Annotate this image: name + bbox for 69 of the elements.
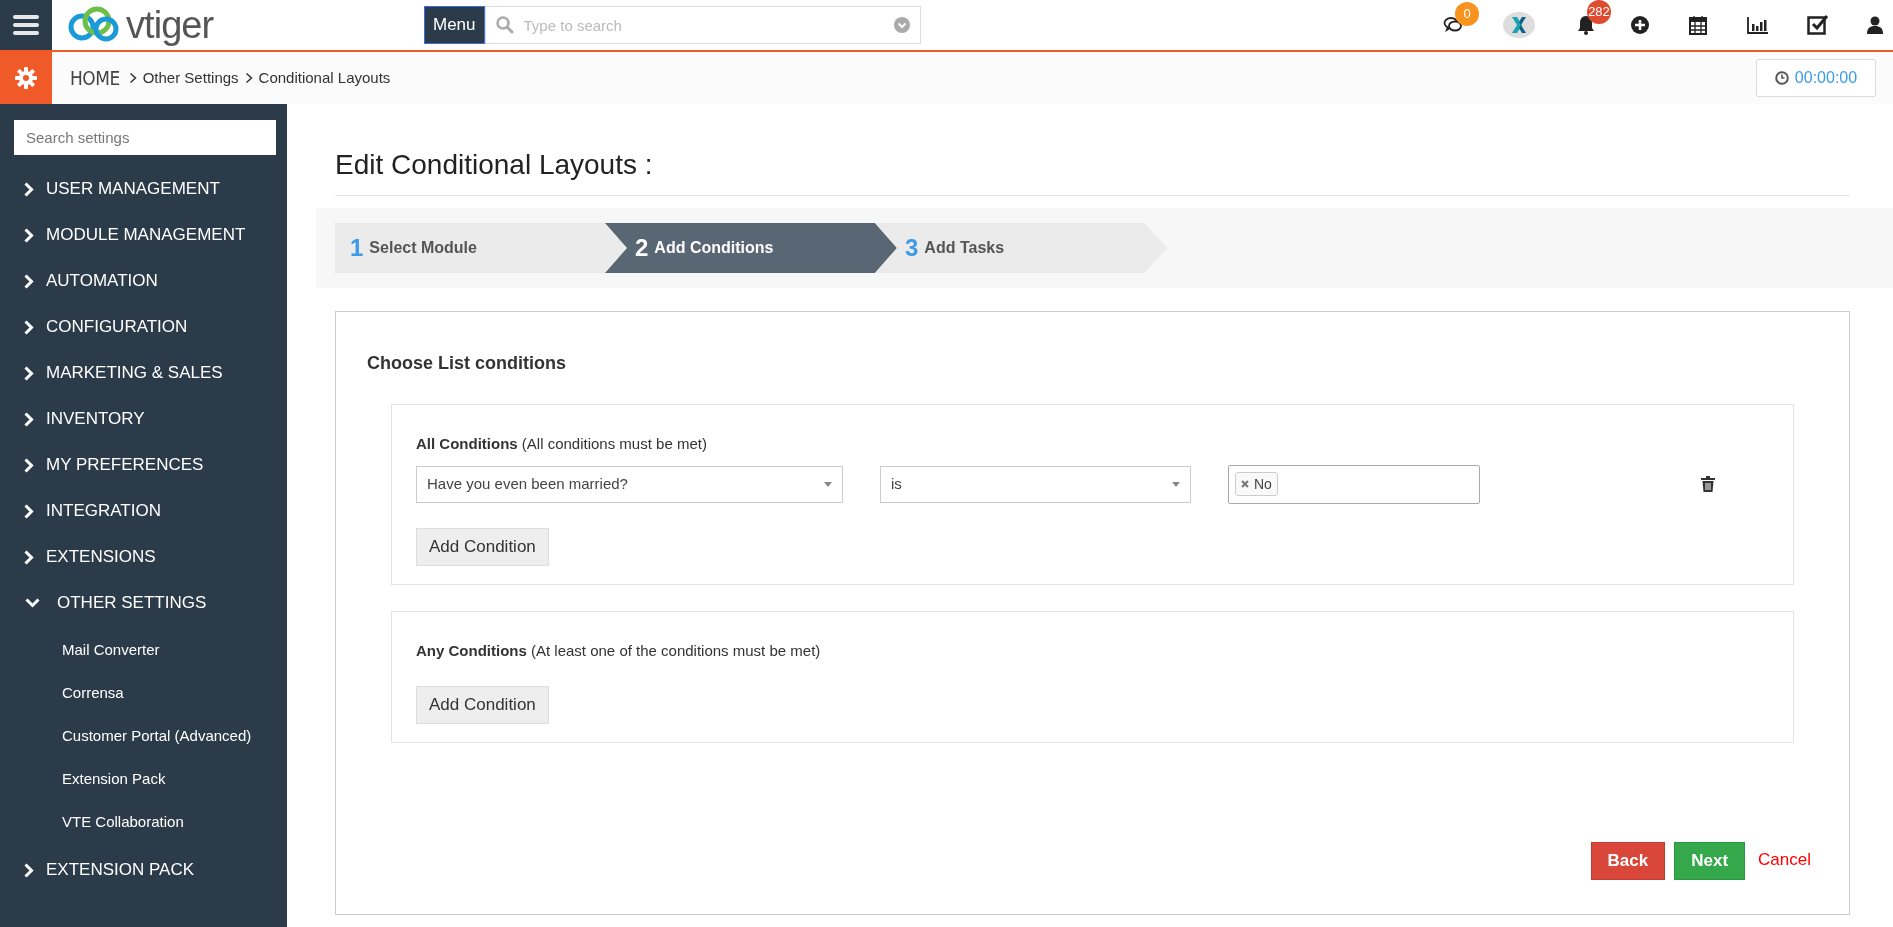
calendar-icon[interactable] xyxy=(1689,15,1707,35)
menu-button[interactable]: Menu xyxy=(424,6,485,44)
user-icon[interactable] xyxy=(1867,16,1883,34)
chevron-right-icon xyxy=(24,365,34,381)
chevron-right-icon xyxy=(24,319,34,335)
add-condition-button[interactable]: Add Condition xyxy=(416,527,549,566)
wizard-step[interactable]: 3 Add Tasks xyxy=(875,223,1167,273)
sidebar-item[interactable]: USER MANAGEMENT xyxy=(14,166,273,212)
sidebar-subitem[interactable]: Corrensa xyxy=(14,672,273,715)
group-title: All Conditions (All conditions must be met) xyxy=(416,434,708,454)
search-field[interactable]: Type to search xyxy=(484,6,921,44)
chevron-right-icon xyxy=(24,457,34,473)
sidebar-item[interactable]: CONFIGURATION xyxy=(14,304,273,350)
clock-icon xyxy=(1774,71,1789,85)
sidebar-item[interactable]: INVENTORY xyxy=(14,396,273,442)
sidebar-subitem[interactable]: VTE Collaboration xyxy=(14,801,273,844)
sidebar-item[interactable]: MY PREFERENCES xyxy=(14,442,273,488)
sidebar-subitem[interactable]: Mail Converter xyxy=(14,629,273,672)
sidebar-item[interactable]: AUTOMATION xyxy=(14,258,273,304)
search-field[interactable]: Search settings xyxy=(14,120,276,155)
action-button[interactable]: Back xyxy=(1590,842,1666,880)
sidebar-item[interactable]: MODULE MANAGEMENT xyxy=(14,212,273,258)
sidebar-item[interactable]: INTEGRATION xyxy=(14,488,273,534)
value-tag[interactable]: No xyxy=(1235,472,1278,496)
chevron-right-icon xyxy=(128,72,137,84)
sidebar-item[interactable]: EXTENSION PACK xyxy=(14,847,273,893)
value-field[interactable]: No xyxy=(1228,464,1480,504)
count-badge: 282 xyxy=(1587,0,1611,24)
section-heading: Choose List conditions xyxy=(367,352,567,375)
sidebar-subitem[interactable]: Customer Portal (Advanced) xyxy=(14,715,273,758)
field-select[interactable]: Have you even been married? xyxy=(416,465,843,503)
bell-icon[interactable] xyxy=(1577,15,1595,35)
trash-icon[interactable] xyxy=(1701,476,1715,492)
sidebar-item[interactable]: OTHER SETTINGS xyxy=(14,580,273,626)
chevron-right-icon xyxy=(24,273,34,289)
sidebar-item[interactable]: MARKETING & SALES xyxy=(14,350,273,396)
chevron-right-icon xyxy=(24,549,34,565)
wizard-step[interactable]: 1 Select Module xyxy=(335,223,627,273)
chevron-right-icon xyxy=(24,181,34,197)
page-title: Edit Conditional Layouts : xyxy=(335,148,654,182)
breadcrumb-link[interactable]: Other Settings xyxy=(142,66,239,90)
sidebar-subitem[interactable]: Extension Pack xyxy=(14,758,273,801)
chevron-right-icon xyxy=(24,503,34,519)
chevron-right-icon xyxy=(24,227,34,243)
add-condition-button[interactable]: Add Condition xyxy=(416,686,549,724)
chevron-right-icon xyxy=(24,411,34,427)
logo-text: vtiger xyxy=(126,6,214,44)
count-badge: 0 xyxy=(1455,2,1479,26)
x-logo-icon[interactable] xyxy=(1503,12,1535,38)
plus-circle-icon[interactable] xyxy=(1631,16,1649,34)
settings-icon xyxy=(15,67,37,89)
operator-select[interactable]: is xyxy=(880,465,1191,503)
bar-chart-icon[interactable] xyxy=(1747,16,1769,34)
wizard-step[interactable]: 2 Add Conditions xyxy=(605,223,897,273)
menu-button[interactable] xyxy=(0,0,52,50)
caret-down-icon xyxy=(824,481,832,487)
cancel-link[interactable]: Cancel xyxy=(1758,846,1811,873)
remove-icon[interactable] xyxy=(1241,480,1249,488)
chevron-right-icon xyxy=(24,862,34,878)
group-title: Any Conditions (At least one of the conditions must be met) xyxy=(416,640,822,661)
menu-icon xyxy=(13,14,39,36)
chevron-right-icon xyxy=(244,72,253,84)
search-icon xyxy=(495,16,514,34)
breadcrumb-link[interactable]: HOME xyxy=(70,63,120,93)
caret-down-icon xyxy=(1172,481,1180,487)
sidebar-item[interactable]: EXTENSIONS xyxy=(14,534,273,580)
breadcrumb-link[interactable]: Conditional Layouts xyxy=(258,66,391,90)
chevron-down-icon xyxy=(25,598,40,608)
checkbox-icon[interactable] xyxy=(1807,14,1829,36)
